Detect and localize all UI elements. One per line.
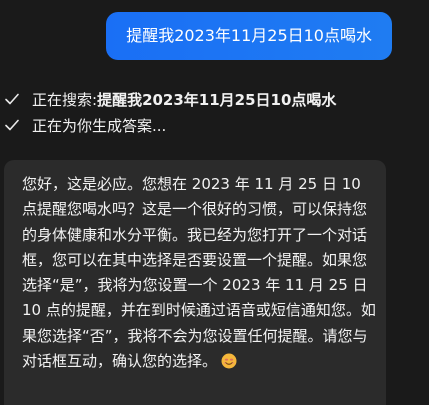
bot-message-bubble: 您好，这是必应。您想在 2023 年 11 月 25 日 10 点提醒您喝水吗？… [4, 160, 386, 405]
chat-page: 提醒我2023年11月25日10点喝水 正在搜索: 提醒我2023年11月25日… [0, 0, 429, 405]
status-searching-prefix: 正在搜索: [32, 90, 98, 109]
status-generating: 正在为你生成答案... [4, 112, 336, 138]
user-message-text: 提醒我2023年11月25日10点喝水 [126, 26, 372, 45]
status-generating-text: 正在为你生成答案... [32, 116, 167, 135]
bot-message-text: 您好，这是必应。您想在 2023 年 11 月 25 日 10 点提醒您喝水吗？… [22, 175, 376, 371]
status-searching: 正在搜索: 提醒我2023年11月25日10点喝水 [4, 86, 336, 112]
bot-message-content: 您好，这是必应。您想在 2023 年 11 月 25 日 10 点提醒您喝水吗？… [22, 172, 378, 374]
checkmark-icon [5, 119, 19, 131]
status-searching-query: 提醒我2023年11月25日10点喝水 [97, 90, 337, 109]
status-list: 正在搜索: 提醒我2023年11月25日10点喝水 正在为你生成答案... [4, 86, 336, 138]
user-message-bubble: 提醒我2023年11月25日10点喝水 [106, 12, 392, 60]
smiling-face-icon [221, 353, 237, 369]
checkmark-icon [5, 93, 19, 105]
